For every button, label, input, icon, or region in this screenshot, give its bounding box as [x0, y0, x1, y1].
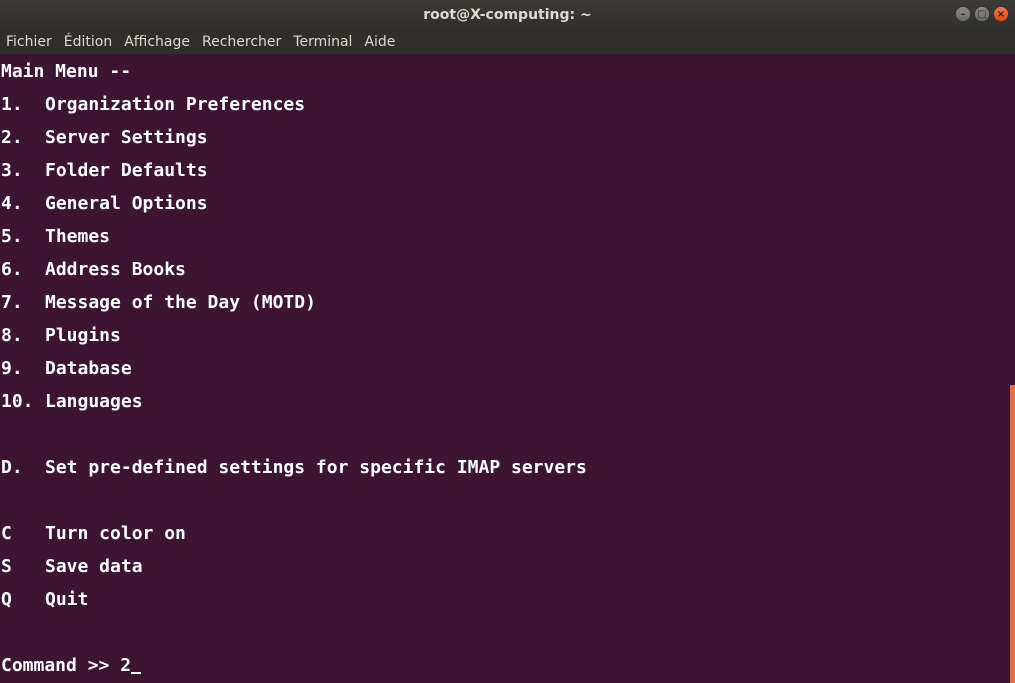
- title-bar[interactable]: root@X-computing: ~ – □ ×: [0, 0, 1015, 30]
- item-key: 2.: [1, 127, 23, 148]
- item-label: Turn color on: [45, 523, 186, 544]
- item-key: 4.: [1, 193, 23, 214]
- menu-item-3: 3. Folder Defaults: [1, 154, 208, 187]
- scrollbar[interactable]: [1010, 385, 1015, 683]
- menu-item-8: 8. Plugins: [1, 319, 121, 352]
- menu-item-9: 9. Database: [1, 352, 132, 385]
- menu-rechercher[interactable]: Rechercher: [196, 30, 287, 54]
- menu-item-1: 1. Organization Preferences: [1, 88, 305, 121]
- command-input[interactable]: 2: [120, 655, 131, 676]
- item-key: 6.: [1, 259, 23, 280]
- item-label: Address Books: [45, 259, 186, 280]
- item-key: Q: [1, 589, 12, 610]
- item-key: 7.: [1, 292, 23, 313]
- window-title: root@X-computing: ~: [423, 7, 592, 23]
- item-key: 5.: [1, 226, 23, 247]
- close-button[interactable]: ×: [993, 6, 1009, 22]
- menu-header: Main Menu --: [1, 61, 132, 82]
- text-cursor: [131, 654, 142, 674]
- item-key: 1.: [1, 94, 23, 115]
- menu-item-5: 5. Themes: [1, 220, 110, 253]
- item-key: 3.: [1, 160, 23, 181]
- item-key: 10.: [1, 391, 34, 412]
- terminal-window: root@X-computing: ~ – □ × Fichier Éditio…: [0, 0, 1015, 683]
- item-key: C: [1, 523, 12, 544]
- minimize-button[interactable]: –: [955, 6, 971, 22]
- item-label: Quit: [45, 589, 89, 610]
- menu-item-d: D. Set pre-defined settings for specific …: [1, 451, 587, 484]
- item-label: Plugins: [45, 325, 121, 346]
- item-label: Server Settings: [45, 127, 208, 148]
- menu-item-10: 10. Languages: [1, 385, 143, 418]
- item-label: Database: [45, 358, 132, 379]
- menu-item-7: 7. Message of the Day (MOTD): [1, 286, 316, 319]
- item-label: Set pre-defined settings for specific IM…: [45, 457, 587, 478]
- action-item-s: S Save data: [1, 550, 143, 583]
- menu-edition[interactable]: Édition: [58, 30, 118, 54]
- item-label: General Options: [45, 193, 208, 214]
- action-item-q: Q Quit: [1, 583, 88, 616]
- window-controls: – □ ×: [955, 6, 1009, 24]
- terminal-area[interactable]: Main Menu -- 1. Organization Preferences …: [0, 54, 1015, 683]
- item-key: D.: [1, 457, 23, 478]
- menu-aide[interactable]: Aide: [358, 30, 401, 54]
- menu-item-4: 4. General Options: [1, 187, 208, 220]
- menu-terminal[interactable]: Terminal: [287, 30, 358, 54]
- item-label: Organization Preferences: [45, 94, 306, 115]
- item-label: Message of the Day (MOTD): [45, 292, 316, 313]
- item-label: Languages: [45, 391, 143, 412]
- action-item-c: C Turn color on: [1, 517, 186, 550]
- item-label: Themes: [45, 226, 111, 247]
- item-label: Save data: [45, 556, 143, 577]
- command-prompt: Command >>: [1, 655, 121, 676]
- menu-fichier[interactable]: Fichier: [0, 30, 58, 54]
- menu-item-2: 2. Server Settings: [1, 121, 208, 154]
- menu-affichage[interactable]: Affichage: [118, 30, 196, 54]
- menu-bar: Fichier Édition Affichage Rechercher Ter…: [0, 30, 1015, 54]
- menu-item-6: 6. Address Books: [1, 253, 186, 286]
- item-key: 9.: [1, 358, 23, 379]
- item-key: S: [1, 556, 12, 577]
- item-key: 8.: [1, 325, 23, 346]
- command-prompt-line[interactable]: Command >> 2: [1, 649, 142, 682]
- maximize-button[interactable]: □: [974, 6, 990, 22]
- item-label: Folder Defaults: [45, 160, 208, 181]
